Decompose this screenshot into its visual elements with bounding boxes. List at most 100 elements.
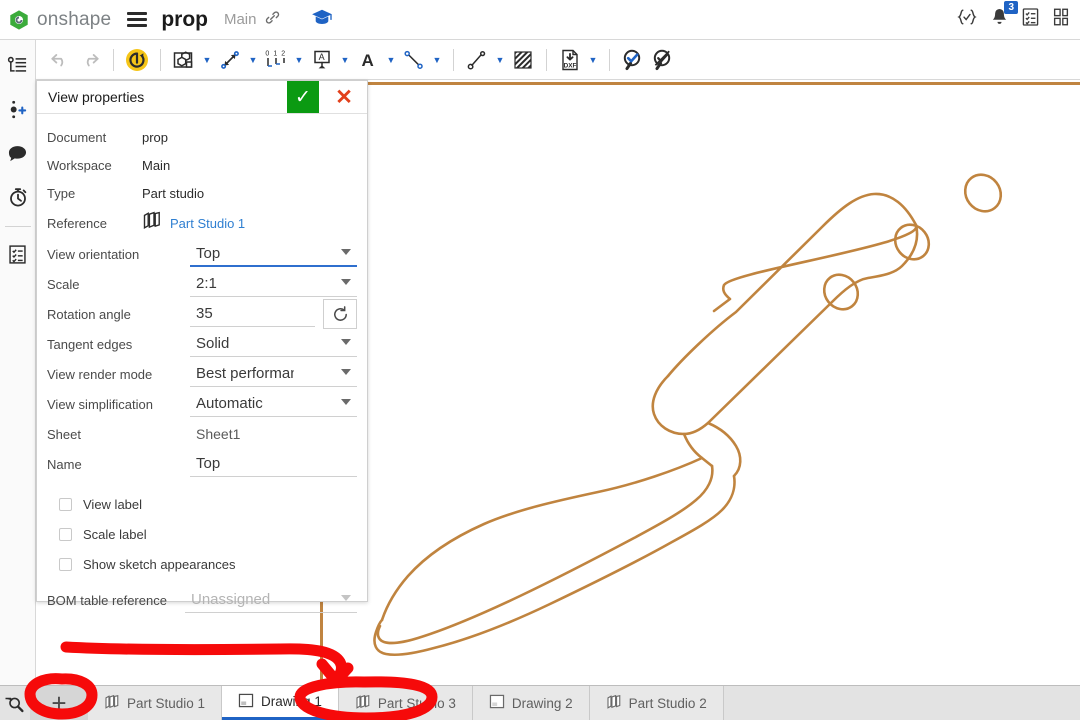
- part-studio-icon: [355, 694, 371, 713]
- label-sheet: Sheet: [47, 426, 81, 442]
- dimension-button[interactable]: [216, 45, 244, 75]
- undo-button[interactable]: [46, 45, 74, 75]
- tab-part-studio-1[interactable]: Part Studio 1: [88, 686, 223, 720]
- graduation-cap-icon[interactable]: [311, 8, 333, 31]
- tab-drawing-1[interactable]: Drawing 1: [222, 686, 339, 720]
- cancel-button[interactable]: ✕: [327, 81, 361, 113]
- checkbox-row-scale-label[interactable]: Scale label: [47, 519, 357, 549]
- insert-view-button[interactable]: [170, 45, 198, 75]
- tab-drawing-2[interactable]: Drawing 2: [472, 686, 590, 720]
- toolbar-divider: [546, 48, 547, 71]
- hide-checks-button[interactable]: [649, 45, 677, 75]
- new-tab-button[interactable]: +: [30, 686, 88, 720]
- export-dxf-caret-icon[interactable]: ▼: [586, 45, 600, 75]
- document-title[interactable]: prop: [161, 8, 208, 32]
- panels-layout-icon[interactable]: [1052, 7, 1070, 32]
- top-bar: onshape prop Main 3: [0, 0, 1080, 40]
- text-caret-icon[interactable]: ▼: [384, 45, 398, 75]
- chevron-down-icon[interactable]: [341, 339, 351, 345]
- dimension-caret-icon[interactable]: ▼: [246, 45, 260, 75]
- toolbar-divider: [453, 48, 454, 71]
- view-render-mode-select[interactable]: Best performance: [190, 361, 357, 387]
- drawing-icon: [238, 693, 254, 711]
- view-label-checkbox[interactable]: [59, 497, 72, 511]
- leader-caret-icon[interactable]: ▼: [493, 45, 507, 75]
- show-sketch-appearances-checkbox[interactable]: [59, 557, 72, 571]
- field-row-bom-table-reference: BOM table reference Unassigned: [47, 585, 357, 615]
- value-document: prop: [142, 129, 169, 145]
- braces-check-icon[interactable]: [956, 7, 978, 32]
- insert-view-caret-icon[interactable]: ▼: [200, 45, 214, 75]
- toolbar-divider: [609, 48, 610, 71]
- label-scale: Scale: [47, 276, 80, 292]
- sidebar-item-insert-version[interactable]: [3, 92, 33, 126]
- view-properties-panel[interactable]: View properties ✓ ✕ Document prop Worksp…: [36, 80, 368, 613]
- view-orientation-select[interactable]: Top: [190, 241, 357, 267]
- name-input[interactable]: Top: [190, 451, 357, 477]
- tab-label: Drawing 2: [511, 695, 573, 711]
- panel-title: View properties: [48, 89, 145, 105]
- workspace-name[interactable]: Main: [224, 11, 257, 28]
- chevron-down-icon[interactable]: [341, 399, 351, 405]
- chevron-down-icon[interactable]: [341, 279, 351, 285]
- accept-button[interactable]: ✓: [287, 81, 319, 113]
- notifications-bell-icon[interactable]: 3: [990, 0, 1018, 33]
- check-drawing-button[interactable]: [619, 45, 647, 75]
- field-row-rotation-angle: Rotation angle 35: [47, 299, 357, 329]
- view-simplification-select[interactable]: Automatic: [190, 391, 357, 417]
- text-button[interactable]: A: [354, 45, 382, 75]
- label-workspace: Workspace: [47, 157, 112, 173]
- sheet-value: Sheet1: [196, 426, 241, 442]
- sidebar-item-history[interactable]: [3, 180, 33, 214]
- note-caret-icon[interactable]: ▼: [338, 45, 352, 75]
- view-label-text: View label: [83, 496, 143, 512]
- tab-label: Part Studio 1: [127, 695, 206, 711]
- rotation-angle-input[interactable]: 35: [190, 301, 315, 327]
- rivet-hole-1: [963, 173, 1003, 213]
- sidebar-item-feature-list[interactable]: [3, 48, 33, 82]
- toolbar-divider: [113, 48, 114, 71]
- scale-select[interactable]: 2:1: [190, 271, 357, 297]
- hatch-button[interactable]: [509, 45, 537, 75]
- link-icon[interactable]: [264, 9, 281, 30]
- note-button[interactable]: A: [308, 45, 336, 75]
- tab-part-studio-3[interactable]: Part Studio 3: [338, 686, 473, 720]
- chevron-down-icon[interactable]: [341, 369, 351, 375]
- part-studio-icon: [142, 211, 162, 235]
- ordinate-caret-icon[interactable]: ▼: [292, 45, 306, 75]
- centerline-caret-icon[interactable]: ▼: [430, 45, 444, 75]
- label-rotation-angle: Rotation angle: [47, 306, 131, 322]
- info-row-type: Type Part studio: [47, 179, 357, 207]
- topbar-right-icons: 3: [956, 0, 1080, 33]
- scale-value: 2:1: [196, 275, 217, 292]
- info-row-workspace: Workspace Main: [47, 151, 357, 179]
- tangent-edges-select[interactable]: Solid: [190, 331, 357, 357]
- label-name: Name: [47, 456, 82, 472]
- onshape-logo-icon[interactable]: [8, 9, 30, 31]
- scale-label-checkbox[interactable]: [59, 527, 72, 541]
- sheet-value-container: Sheet1: [190, 421, 357, 447]
- ordinate-dimension-button[interactable]: 0 1 2: [262, 45, 290, 75]
- zoom-search-icon[interactable]: [0, 686, 30, 720]
- hamburger-icon[interactable]: [127, 12, 148, 27]
- centerline-button[interactable]: [400, 45, 428, 75]
- update-views-button[interactable]: [123, 45, 151, 75]
- left-rail: [0, 40, 36, 720]
- svg-text:2: 2: [281, 50, 285, 57]
- leader-button[interactable]: [463, 45, 491, 75]
- view-simplification-value: Automatic: [196, 395, 263, 412]
- reset-rotation-button[interactable]: [323, 299, 357, 329]
- tab-part-studio-2[interactable]: Part Studio 2: [589, 686, 724, 720]
- chevron-down-icon[interactable]: [341, 249, 351, 255]
- checkbox-row-show-sketch-appearances[interactable]: Show sketch appearances: [47, 549, 357, 579]
- tab-label: Part Studio 2: [628, 695, 707, 711]
- sidebar-item-comments[interactable]: [3, 136, 33, 170]
- reference-link[interactable]: Part Studio 1: [170, 216, 245, 231]
- export-dxf-button[interactable]: DXF: [556, 45, 584, 75]
- checkbox-row-view-label[interactable]: View label: [47, 489, 357, 519]
- tasks-list-icon[interactable]: [1021, 7, 1040, 32]
- sidebar-item-properties[interactable]: [3, 237, 33, 271]
- redo-button[interactable]: [76, 45, 104, 75]
- panel-header: View properties ✓ ✕: [37, 81, 367, 114]
- label-view-render-mode: View render mode: [47, 366, 153, 382]
